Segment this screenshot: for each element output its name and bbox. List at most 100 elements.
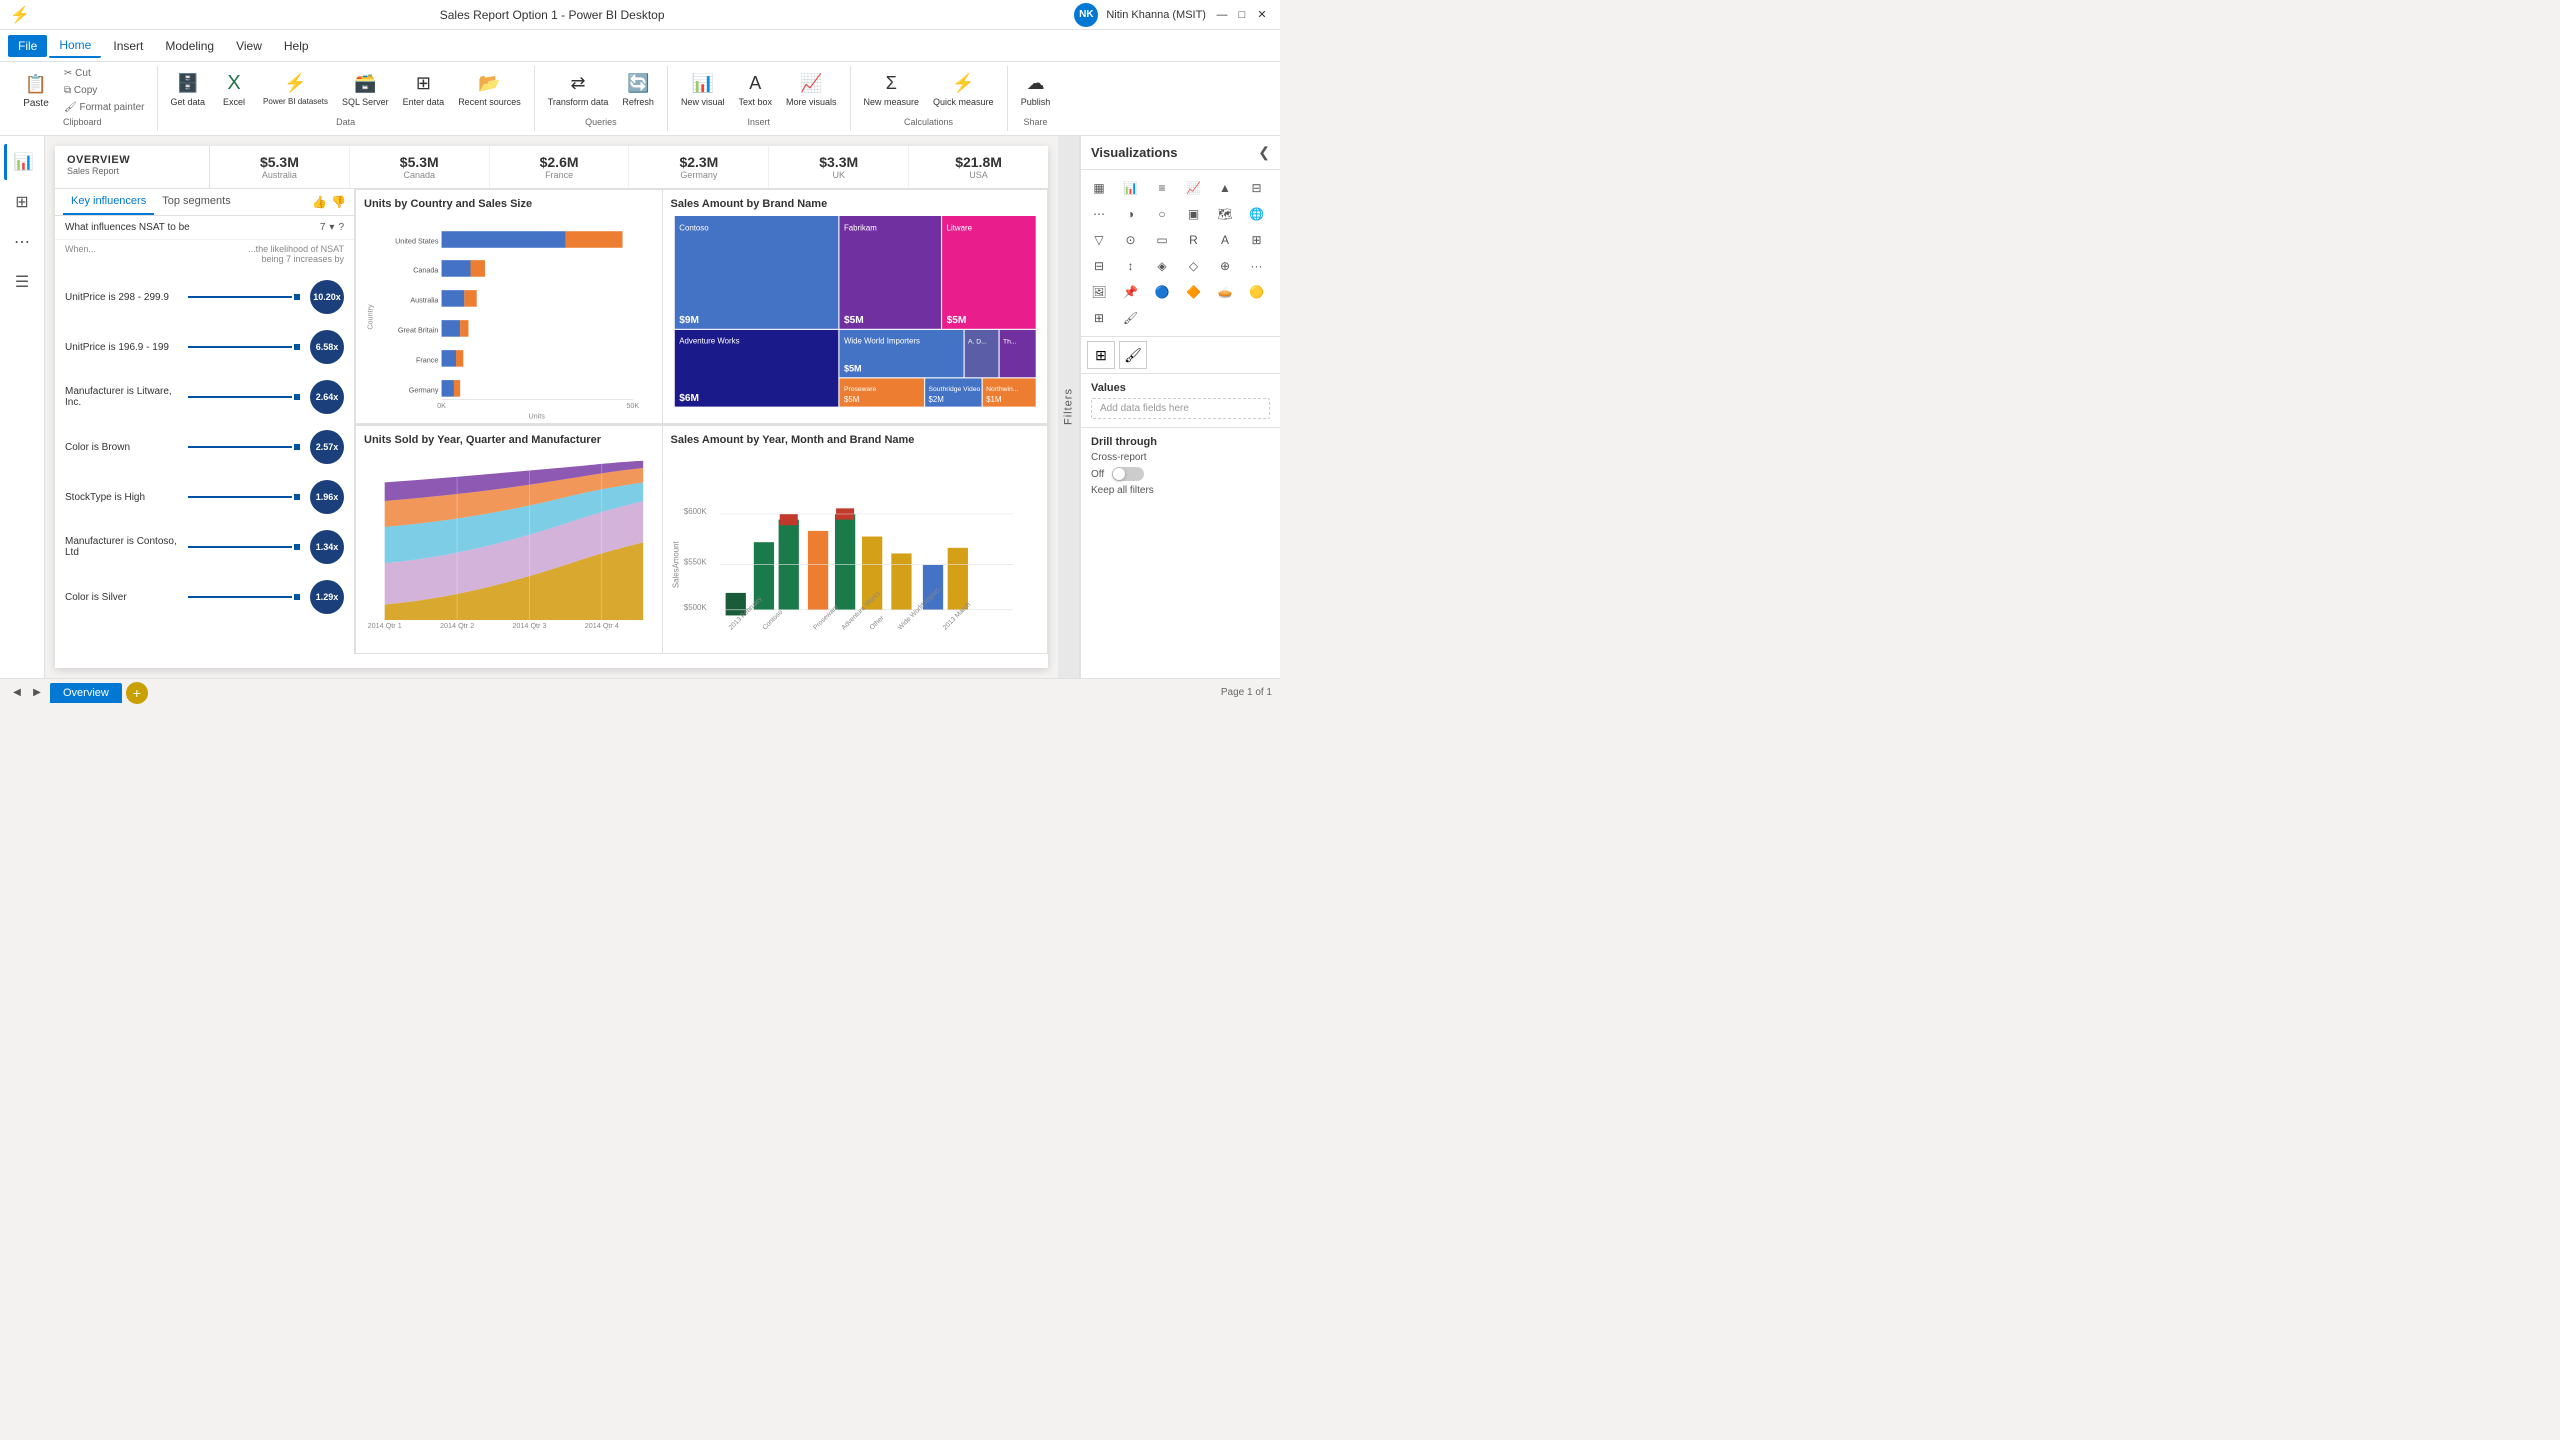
viz-table[interactable]: ⊞ <box>1245 228 1269 252</box>
viz-waterfall[interactable]: ↕ <box>1119 254 1143 278</box>
title-bar: ⚡ Sales Report Option 1 - Power BI Deskt… <box>0 0 1280 30</box>
maximize-button[interactable]: □ <box>1234 7 1250 23</box>
viz-kpi[interactable]: R <box>1182 228 1206 252</box>
viz-pie[interactable]: ◑ <box>1119 202 1143 226</box>
top-segments-tab[interactable]: Top segments <box>154 189 238 215</box>
influencer-header: When... ...the likelihood of NSAT being … <box>55 240 354 268</box>
viz-paint-btn[interactable]: 🖌 <box>1119 306 1143 330</box>
sidebar-report-icon[interactable]: 📊 <box>4 144 40 180</box>
more-visuals-button[interactable]: 📈 More visuals <box>781 66 842 110</box>
viz-gauge[interactable]: ⊙ <box>1119 228 1143 252</box>
report-canvas: OVERVIEW Sales Report $5.3MAustralia$5.3… <box>55 146 1048 668</box>
svg-text:$5M: $5M <box>843 395 858 404</box>
new-measure-button[interactable]: Σ New measure <box>859 66 925 110</box>
svg-text:A. D...: A. D... <box>968 338 987 345</box>
menu-view[interactable]: View <box>226 35 272 57</box>
paste-button[interactable]: 📋 Paste <box>16 66 56 113</box>
field-icon2[interactable]: 🖌 <box>1119 341 1147 369</box>
add-page-button[interactable]: + <box>126 682 148 704</box>
viz-scatter[interactable]: ⋯ <box>1087 202 1111 226</box>
excel-button[interactable]: X Excel <box>214 66 254 110</box>
format-painter-button[interactable]: 🖌 Format painter <box>60 100 149 115</box>
viz-filled-map[interactable]: 🌐 <box>1245 202 1269 226</box>
menu-modeling[interactable]: Modeling <box>155 35 224 57</box>
viz-line-bar[interactable]: 📊 <box>1119 176 1143 200</box>
viz-line-chart[interactable]: 📈 <box>1182 176 1206 200</box>
viz-more[interactable]: ··· <box>1245 254 1269 278</box>
viz-donut[interactable]: ○ <box>1150 202 1174 226</box>
next-page-button[interactable]: ▶ <box>28 684 46 702</box>
enter-data-button[interactable]: ⊞ Enter data <box>398 66 450 110</box>
viz-custom4[interactable]: 🔵 <box>1150 280 1174 304</box>
refresh-button[interactable]: 🔄 Refresh <box>617 66 659 110</box>
viz-custom2[interactable]: ◇ <box>1182 254 1206 278</box>
viz-custom3[interactable]: ⊕ <box>1213 254 1237 278</box>
viz-ribbon-chart[interactable]: ⊟ <box>1245 176 1269 200</box>
thumb-up-icon[interactable]: 👍 <box>312 195 327 209</box>
sidebar-menu-icon[interactable]: ☰ <box>4 264 40 300</box>
power-bi-datasets-button[interactable]: ⚡ Power BI datasets <box>258 66 333 109</box>
viz-custom1[interactable]: ◈ <box>1150 254 1174 278</box>
viz-matrix[interactable]: ⊟ <box>1087 254 1111 278</box>
report-title-section: OVERVIEW Sales Report <box>55 146 210 188</box>
viz-bar-chart[interactable]: ≡ <box>1150 176 1174 200</box>
svg-text:Germany: Germany <box>409 386 439 395</box>
viz-pin[interactable]: 📌 <box>1119 280 1143 304</box>
viz-treemap[interactable]: ▣ <box>1182 202 1206 226</box>
influencer-item: UnitPrice is 196.9 - 199 6.58x <box>55 322 354 372</box>
viz-collapse-button[interactable]: ❮ <box>1258 144 1270 161</box>
new-visual-button[interactable]: 📊 New visual <box>676 66 730 110</box>
quick-measure-button[interactable]: ⚡ Quick measure <box>928 66 999 110</box>
prev-page-button[interactable]: ◀ <box>8 684 26 702</box>
copy-button[interactable]: ⧉ Copy <box>60 83 149 98</box>
svg-text:Th...: Th... <box>1003 338 1017 345</box>
svg-text:$5M: $5M <box>843 315 863 326</box>
ribbon: 📋 Paste ✂ Cut ⧉ Copy 🖌 Format painter Cl… <box>0 62 1280 136</box>
svg-text:United States: United States <box>395 237 439 246</box>
filters-label[interactable]: Filters <box>1058 136 1080 678</box>
get-data-button[interactable]: 🗄️ Get data <box>166 66 211 110</box>
transform-data-button[interactable]: ⇄ Transform data <box>543 66 614 110</box>
add-fields-input[interactable]: Add data fields here <box>1091 398 1270 419</box>
viz-slicer[interactable]: A <box>1213 228 1237 252</box>
minimize-button[interactable]: — <box>1214 7 1230 23</box>
svg-text:SalesAmount: SalesAmount <box>671 540 680 588</box>
field-icon1[interactable]: ⊞ <box>1087 341 1115 369</box>
publish-button[interactable]: ☁ Publish <box>1016 66 1056 110</box>
overview-tab[interactable]: Overview <box>50 683 122 703</box>
viz-image[interactable]: 🖼 <box>1087 280 1111 304</box>
key-influencers-tab[interactable]: Key influencers <box>63 189 154 215</box>
viz-map[interactable]: 🗺 <box>1213 202 1237 226</box>
close-button[interactable]: ✕ <box>1254 7 1270 23</box>
help-icon[interactable]: ? <box>338 222 344 233</box>
influencers-panel: Key influencers Top segments 👍 👎 What in… <box>55 189 355 654</box>
viz-funnel[interactable]: ▽ <box>1087 228 1111 252</box>
viz-custom5[interactable]: 🔶 <box>1182 280 1206 304</box>
window-controls[interactable]: — □ ✕ <box>1214 7 1270 23</box>
viz-card[interactable]: ▭ <box>1150 228 1174 252</box>
svg-text:$6M: $6M <box>679 393 699 404</box>
viz-grid-btn[interactable]: ⊞ <box>1087 306 1111 330</box>
power-bi-icon: ⚡ <box>282 69 310 97</box>
file-menu[interactable]: File <box>8 35 47 57</box>
menu-help[interactable]: Help <box>274 35 319 57</box>
filter-label: What influences NSAT to be <box>65 222 190 233</box>
menu-insert[interactable]: Insert <box>103 35 153 57</box>
sql-server-button[interactable]: 🗃️ SQL Server <box>337 66 394 110</box>
cross-report-toggle[interactable] <box>1112 467 1144 481</box>
viz-custom6[interactable]: 🥧 <box>1213 280 1237 304</box>
chevron-down-icon[interactable]: ▾ <box>329 222 334 233</box>
cut-button[interactable]: ✂ Cut <box>60 66 149 81</box>
when-label: When... <box>65 244 96 264</box>
influencer-label: Color is Brown <box>65 442 180 453</box>
menu-home[interactable]: Home <box>49 34 101 58</box>
text-box-button[interactable]: A Text box <box>733 66 777 110</box>
viz-area-chart[interactable]: ▲ <box>1213 176 1237 200</box>
sidebar-data-icon[interactable]: ⊞ <box>4 184 40 220</box>
recent-sources-button[interactable]: 📂 Recent sources <box>453 66 526 110</box>
viz-custom7[interactable]: 🟡 <box>1245 280 1269 304</box>
viz-stacked-bar[interactable]: ▦ <box>1087 176 1111 200</box>
influencer-label: Manufacturer is Contoso, Ltd <box>65 536 180 558</box>
thumb-down-icon[interactable]: 👎 <box>331 195 346 209</box>
sidebar-model-icon[interactable]: ⋯ <box>4 224 40 260</box>
